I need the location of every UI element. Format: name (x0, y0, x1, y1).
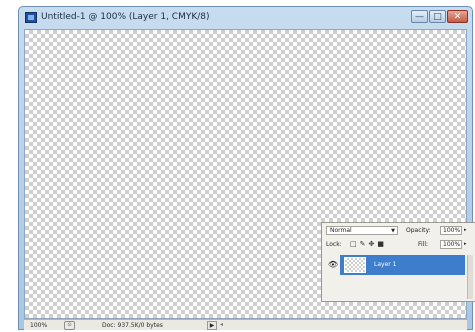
fill-label: Fill: (418, 241, 429, 248)
window-controls: — □ ✕ (411, 10, 468, 23)
status-bar: 100% ⊙ Doc: 937.5K/0 bytes ▶ ◂ (24, 319, 467, 330)
minimize-button[interactable]: — (411, 10, 428, 23)
blend-mode-select[interactable]: Normal ▼ (326, 226, 398, 235)
lock-position-icon[interactable]: ✥ (369, 240, 375, 249)
lock-label: Lock: (326, 241, 342, 248)
fill-field[interactable]: 100% (440, 240, 462, 249)
photoshop-document-icon (25, 12, 37, 23)
blend-mode-value: Normal (330, 227, 352, 234)
maximize-button[interactable]: □ (429, 10, 446, 23)
lock-all-icon[interactable]: ■ (377, 240, 384, 249)
lock-pixels-icon[interactable]: ✎ (360, 240, 366, 249)
layer-thumbnail (344, 257, 366, 273)
fill-slider-arrow-icon[interactable]: ▸ (464, 241, 467, 247)
opacity-label: Opacity: (406, 227, 431, 234)
lock-transparency-icon[interactable]: □ (350, 240, 357, 249)
dropdown-arrow-icon: ▼ (391, 228, 395, 234)
layer-row[interactable]: 👁 Layer 1 (326, 255, 465, 275)
document-size: Doc: 937.5K/0 bytes (102, 322, 163, 329)
title-bar[interactable]: Untitled-1 @ 100% (Layer 1, CMYK/8) — □ … (19, 7, 472, 29)
lock-fill-row: Lock: □ ✎ ✥ ■ Fill: 100% ▸ (326, 240, 472, 250)
opacity-field[interactable]: 100% (440, 226, 462, 235)
layers-panel: Normal ▼ Opacity: 100% ▸ Lock: □ ✎ ✥ ■ F… (321, 222, 475, 302)
window-title: Untitled-1 @ 100% (Layer 1, CMYK/8) (41, 12, 210, 22)
layer-name: Layer 1 (374, 261, 397, 268)
scroll-left-icon[interactable]: ◂ (220, 321, 223, 328)
blend-opacity-row: Normal ▼ Opacity: 100% ▸ (326, 226, 472, 236)
layers-scrollbar[interactable] (467, 255, 473, 299)
status-menu-arrow-icon[interactable]: ▶ (207, 321, 217, 330)
lock-icons: □ ✎ ✥ ■ (350, 240, 384, 249)
opacity-slider-arrow-icon[interactable]: ▸ (464, 227, 467, 233)
navigator-icon[interactable]: ⊙ (64, 321, 75, 330)
document-window: Untitled-1 @ 100% (Layer 1, CMYK/8) — □ … (18, 6, 475, 330)
zoom-level[interactable]: 100% (30, 322, 47, 329)
visibility-eye-icon[interactable]: 👁 (326, 255, 340, 275)
close-button[interactable]: ✕ (447, 10, 468, 23)
